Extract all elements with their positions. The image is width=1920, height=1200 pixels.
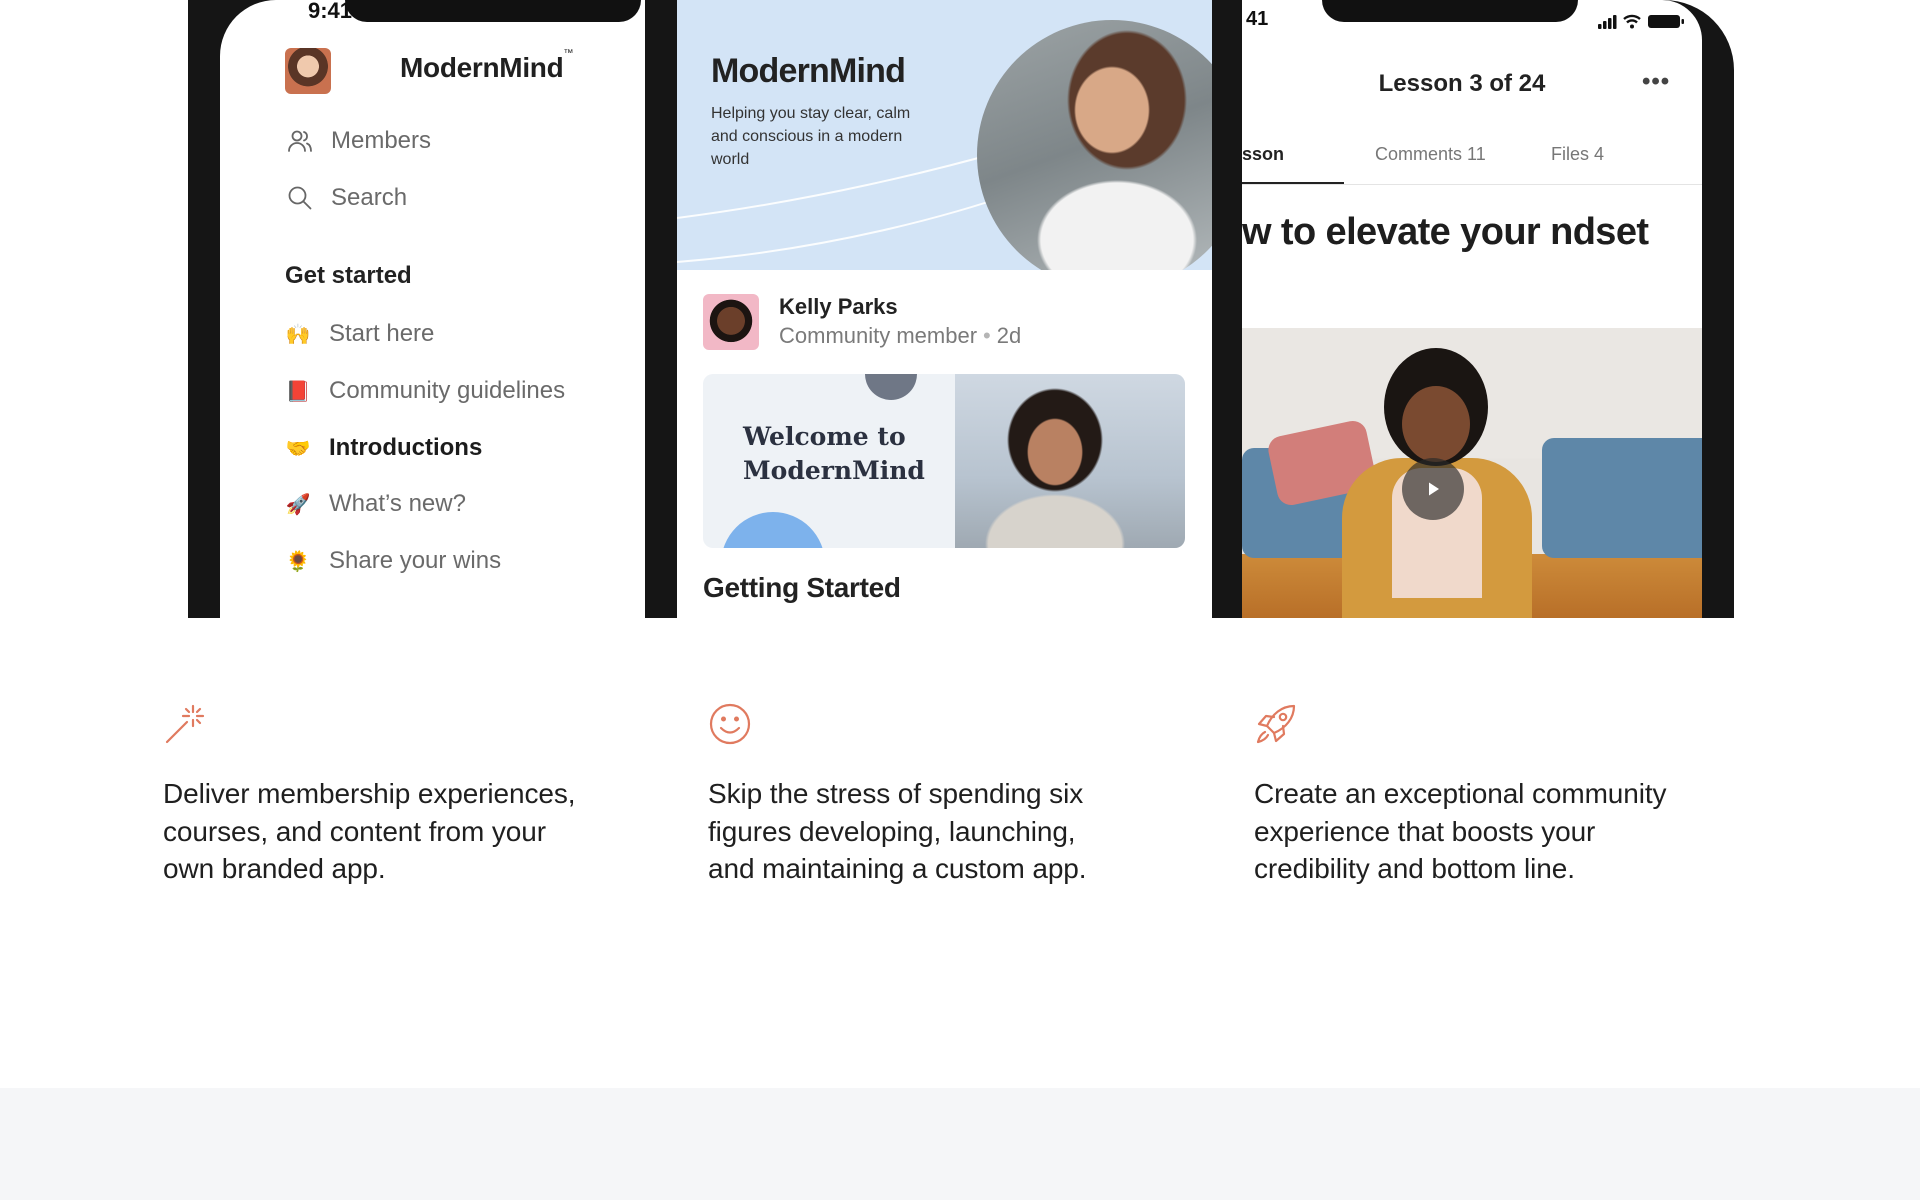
handshake-icon: 🤝 — [285, 436, 311, 460]
play-button[interactable] — [1402, 458, 1464, 520]
phone-notch — [1322, 0, 1578, 22]
video-scene — [1402, 386, 1470, 462]
menu-item-label: Share your wins — [329, 547, 502, 574]
menu-item-start-here[interactable]: 🙌 Start here — [284, 319, 435, 349]
post-author-name[interactable]: Kelly Parks — [779, 294, 898, 320]
phone-screen: ModernMind Helping you stay clear, calm … — [677, 0, 1213, 618]
lesson-heading: w to elevate your ndset — [1242, 211, 1649, 253]
lesson-counter: Lesson 3 of 24 — [1378, 70, 1546, 97]
phone-mockup-lesson: 41 Lesson 3 of 24 ••• sson Comments 11 F… — [1212, 0, 1734, 618]
next-section-background — [0, 1088, 1920, 1200]
smiley-face-icon — [709, 703, 751, 745]
author-avatar[interactable] — [703, 294, 759, 350]
welcome-card[interactable]: Welcome to ModernMind — [703, 374, 1185, 548]
decorative-circle — [865, 374, 917, 400]
menu-item-introductions[interactable]: 🤝 Introductions — [284, 433, 483, 463]
hero-title: ModernMind — [711, 52, 906, 90]
feature-text: Create an exceptional community experien… — [1254, 778, 1667, 884]
lesson-video[interactable] — [1242, 328, 1702, 618]
user-avatar[interactable] — [285, 48, 331, 94]
phone-screen: 9:41 ModernMind™ Members Search Get star… — [220, 0, 646, 618]
decorative-circle — [721, 512, 825, 548]
menu-item-whats-new[interactable]: 🚀 What’s new? — [284, 489, 466, 519]
status-bar-icons — [1598, 14, 1684, 29]
raised-hands-icon: 🙌 — [285, 322, 311, 346]
phone-mockup-feed: ModernMind Helping you stay clear, calm … — [645, 0, 1245, 618]
nav-item-label: Members — [331, 127, 432, 154]
menu-item-label: Community guidelines — [329, 377, 566, 404]
search-icon — [285, 183, 315, 213]
hero-subtitle: Helping you stay clear, calm and conscio… — [711, 105, 911, 168]
phone-mockup-community-menu: 9:41 ModernMind™ Members Search Get star… — [188, 0, 646, 618]
nav-item-members[interactable]: Members — [285, 126, 431, 156]
active-tab-indicator — [1242, 182, 1344, 184]
more-options-icon[interactable]: ••• — [1642, 68, 1670, 96]
members-icon — [285, 126, 315, 156]
feature-text: Deliver membership experiences, courses,… — [163, 778, 576, 884]
welcome-card-text: Welcome to ModernMind — [743, 422, 925, 485]
nav-item-label: Search — [331, 184, 408, 211]
menu-item-label: Introductions — [329, 434, 483, 461]
tab-lesson[interactable]: sson — [1242, 144, 1284, 165]
feature-skip-custom-app: Skip the stress of spending six figures … — [708, 702, 1128, 888]
feature-text: Skip the stress of spending six figures … — [708, 778, 1087, 884]
meta-separator: • — [983, 323, 991, 348]
menu-item-share-your-wins[interactable]: 🌻 Share your wins — [284, 546, 502, 576]
red-book-icon: 📕 — [285, 379, 311, 403]
phone-screen: 41 Lesson 3 of 24 ••• sson Comments 11 F… — [1242, 0, 1702, 618]
welcome-photo-waving-woman — [955, 374, 1185, 548]
tab-files[interactable]: Files 4 — [1551, 144, 1604, 165]
menu-item-community-guidelines[interactable]: 📕 Community guidelines — [284, 376, 566, 406]
feature-community-experience: Create an exceptional community experien… — [1254, 702, 1674, 888]
menu-item-label: Start here — [329, 320, 435, 347]
trademark-mark: ™ — [563, 48, 574, 59]
nav-item-search[interactable]: Search — [285, 183, 407, 213]
rocket-icon — [1256, 704, 1296, 744]
brand-name: ModernMind — [400, 52, 564, 83]
video-scene — [1542, 438, 1702, 558]
menu-item-label: What’s new? — [329, 490, 466, 517]
author-role: Community member — [779, 323, 978, 348]
post-age: 2d — [996, 323, 1022, 348]
rocket-emoji-icon: 🚀 — [285, 492, 311, 516]
tab-comments[interactable]: Comments 11 — [1375, 144, 1486, 165]
section-title: Get started — [285, 262, 412, 289]
app-brand: ModernMind™ — [400, 48, 573, 84]
phone-notch — [345, 0, 641, 22]
sunflower-icon: 🌻 — [285, 549, 311, 573]
post-meta: Community member • 2d — [779, 323, 1021, 349]
status-time: 41 — [1246, 8, 1269, 30]
tab-divider — [1242, 184, 1702, 185]
hero-banner: ModernMind Helping you stay clear, calm … — [677, 0, 1213, 270]
section-title: Getting Started — [703, 572, 901, 603]
magic-wand-icon — [165, 704, 205, 744]
feature-branded-app: Deliver membership experiences, courses,… — [163, 702, 583, 888]
play-icon — [1429, 482, 1439, 496]
